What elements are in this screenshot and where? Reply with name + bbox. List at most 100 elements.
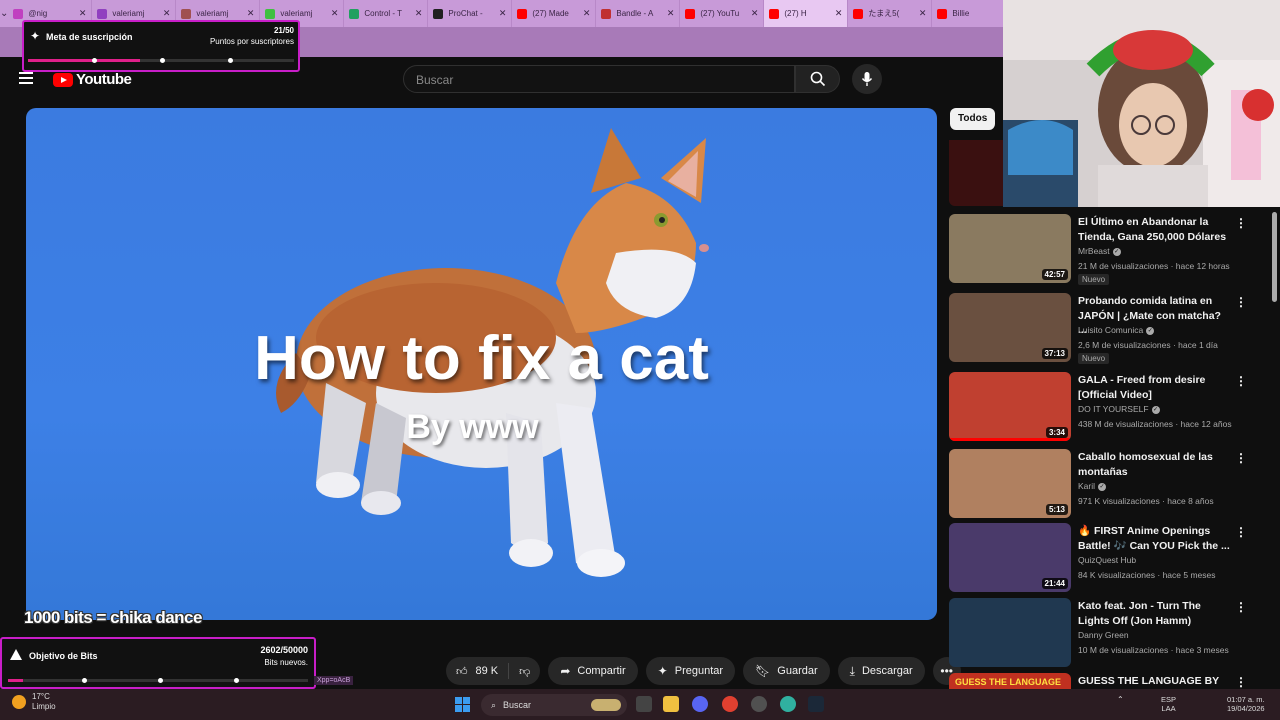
recommendation-item[interactable]: 37:13 Probando comida latina en JAPÓN | ¿… [949, 293, 1269, 365]
more-vertical-icon[interactable]: ⋮ [1235, 374, 1247, 388]
video-meta: 971 K visualizaciones · hace 8 años [1078, 496, 1214, 506]
youtube-logo[interactable]: Youtube [53, 71, 132, 88]
channel-name[interactable]: QuizQuest Hub [1078, 555, 1136, 565]
subscription-goal-widget: ✦ Meta de suscripción 21/50 Puntos por s… [22, 20, 300, 72]
like-button[interactable]: 👍︎ 89 K [446, 657, 508, 685]
video-thumbnail[interactable]: 37:13 [949, 293, 1071, 362]
task-view-icon[interactable] [636, 696, 652, 712]
tab-close-icon[interactable]: ✕ [247, 8, 255, 19]
tab-close-icon[interactable]: ✕ [163, 8, 171, 19]
browser-tab[interactable]: ProChat - ✕ [428, 0, 513, 27]
search-input[interactable]: Buscar [403, 65, 795, 93]
channel-name-text: MrBeast [1078, 246, 1110, 256]
browser-tab[interactable]: (27) H ✕ [764, 0, 849, 27]
video-meta: 10 M de visualizaciones · hace 3 meses [1078, 645, 1229, 655]
bitsgoal-progress-fill [8, 679, 23, 682]
browser-tab[interactable]: たまえ5(✕ [848, 0, 933, 27]
hamburger-icon[interactable] [19, 72, 33, 84]
tab-close-icon[interactable]: ✕ [667, 8, 675, 19]
video-thumbnail[interactable]: 42:57 [949, 214, 1071, 283]
tab-close-icon[interactable]: ✕ [751, 8, 759, 19]
tab-title: valeriamj [280, 9, 313, 18]
voice-search-button[interactable] [852, 64, 882, 94]
more-vertical-icon[interactable]: ⋮ [1235, 451, 1247, 465]
save-button[interactable]: 🔖︎ Guardar [743, 657, 830, 685]
discord-icon[interactable] [692, 696, 708, 712]
partial-thumbnail[interactable] [949, 140, 1003, 206]
tab-favicon-icon [433, 8, 444, 19]
weather-widget[interactable]: 17°C Limpio [12, 692, 56, 712]
tab-close-icon[interactable]: ✕ [835, 8, 843, 19]
browser-tab[interactable]: (27) Made ✕ [512, 0, 597, 27]
share-label: Compartir [577, 665, 626, 677]
sidebar-scrollbar[interactable] [1272, 212, 1277, 302]
channel-name[interactable]: Luisito Comunica ✓ [1078, 325, 1155, 335]
video-thumbnail[interactable] [949, 598, 1071, 667]
tab-title: (27) Made [532, 9, 569, 18]
tab-favicon-icon [853, 8, 864, 19]
recommendation-item[interactable]: Kato feat. Jon - Turn The Lights Off (Jo… [949, 598, 1269, 670]
recommendation-item[interactable]: 5:13 Caballo homosexual de las montañas Ka… [949, 449, 1269, 521]
dislike-button[interactable]: 👎︎ [509, 657, 540, 685]
tab-close-icon[interactable]: ✕ [919, 8, 927, 19]
browser-tab[interactable]: Control - T ✕ [344, 0, 429, 27]
bitsgoal-subtitle: Bits nuevos. [264, 658, 308, 667]
sparkle-icon: ✦ [657, 664, 668, 678]
tab-close-icon[interactable]: ✕ [499, 8, 507, 19]
weather-text: 17°C Limpio [32, 692, 56, 712]
tab-list-chevron-icon[interactable]: ⌄ [0, 0, 8, 27]
ask-button[interactable]: ✦ Preguntar [645, 657, 736, 685]
lang-primary: ESP [1161, 695, 1177, 704]
system-clock[interactable]: 01:07 a. m. 19/04/2026 [1227, 695, 1265, 713]
more-vertical-icon[interactable]: ⋮ [1235, 295, 1247, 309]
video-thumbnail[interactable]: 3:34 [949, 372, 1071, 441]
search-button[interactable] [795, 65, 840, 93]
channel-name[interactable]: DO IT YOURSELF ✓ [1078, 404, 1160, 414]
tab-close-icon[interactable]: ✕ [331, 8, 339, 19]
recommendation-item[interactable]: 3:34 GALA - Freed from desire [Official V… [949, 372, 1269, 444]
recommendation-item[interactable]: 42:57 El Último en Abandonar la Tienda, G… [949, 214, 1269, 286]
steam-icon[interactable] [808, 696, 824, 712]
tab-close-icon[interactable]: ✕ [79, 8, 87, 19]
video-title[interactable]: El Último en Abandonar la Tienda, Gana 2… [1078, 215, 1230, 244]
recommendation-item[interactable]: 21:44 🔥 FIRST Anime Openings Battle! 🎶 Ca… [949, 523, 1269, 595]
channel-name[interactable]: Karil ✓ [1078, 481, 1107, 491]
tab-close-icon[interactable]: ✕ [415, 8, 423, 19]
subgoal-label: Meta de suscripción [46, 32, 133, 42]
file-explorer-icon[interactable] [663, 696, 679, 712]
browser-tab[interactable]: Bandle - A ✕ [596, 0, 681, 27]
more-vertical-icon[interactable]: ⋮ [1235, 525, 1247, 539]
share-button[interactable]: ➦ Compartir [548, 657, 638, 685]
webcam-image [1003, 0, 1280, 207]
language-indicator[interactable]: ESP LAA [1161, 695, 1176, 713]
more-vertical-icon[interactable]: ⋮ [1235, 216, 1247, 230]
video-meta: 84 K visualizaciones · hace 5 meses [1078, 570, 1216, 580]
windows-start-icon[interactable] [455, 697, 470, 712]
channel-name[interactable]: MrBeast ✓ [1078, 246, 1121, 256]
video-thumbnail[interactable]: 21:44 [949, 523, 1071, 592]
video-title[interactable]: GUESS THE LANGUAGE BY [1078, 674, 1230, 689]
more-vertical-icon[interactable]: ⋮ [1235, 675, 1247, 689]
video-title[interactable]: GALA - Freed from desire [Official Video… [1078, 373, 1230, 402]
tab-close-icon[interactable]: ✕ [583, 8, 591, 19]
taskbar-search[interactable]: ⌕ Buscar [481, 694, 627, 716]
video-player[interactable]: How to fix a cat By www [26, 108, 937, 620]
chrome-icon[interactable] [722, 696, 738, 712]
more-vertical-icon[interactable]: ⋮ [1235, 600, 1247, 614]
channel-name[interactable]: Danny Green [1078, 630, 1129, 640]
filter-chip-all[interactable]: Todos [950, 108, 996, 130]
tray-chevron-icon[interactable]: ⌃ [1117, 695, 1124, 704]
tab-favicon-icon [265, 8, 276, 19]
verified-check-icon: ✓ [1112, 247, 1121, 256]
obs-icon[interactable] [751, 696, 767, 712]
video-title[interactable]: Caballo homosexual de las montañas [1078, 450, 1230, 479]
download-button[interactable]: ⤓ Descargar [837, 657, 925, 685]
video-thumbnail[interactable]: 5:13 [949, 449, 1071, 518]
app-icon[interactable] [780, 696, 796, 712]
video-title[interactable]: 🔥 FIRST Anime Openings Battle! 🎶 Can YOU… [1078, 524, 1230, 553]
tab-favicon-icon [601, 8, 612, 19]
search-icon: ⌕ [491, 699, 497, 710]
clock-time: 01:07 a. m. [1227, 695, 1265, 704]
video-title[interactable]: Kato feat. Jon - Turn The Lights Off (Jo… [1078, 599, 1230, 628]
browser-tab[interactable]: (27) YouTu ✕ [680, 0, 765, 27]
